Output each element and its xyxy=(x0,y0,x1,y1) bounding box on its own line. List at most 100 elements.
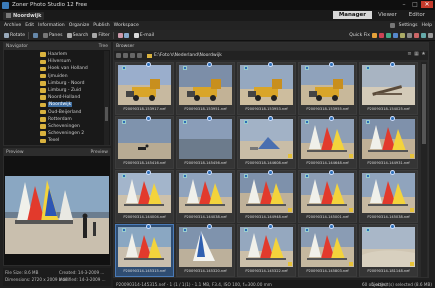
browser-title: Browser xyxy=(116,44,135,49)
thumbnail-item[interactable]: P20090318-145456.nef xyxy=(176,116,235,169)
file-modified: Modified: 14-3-2009 ... xyxy=(59,277,106,282)
tree-item[interactable]: Limburg - Zuid xyxy=(4,87,104,94)
thumbnail-filename: P20090314-181148.nef xyxy=(367,269,410,273)
thumbnail-filename: P20090318-153951.nef xyxy=(184,107,227,111)
thumbnail-item[interactable]: P20090314-145320.nef xyxy=(176,224,235,277)
tree-item[interactable]: Noordwijk xyxy=(4,101,104,108)
tool-button[interactable] xyxy=(117,32,130,38)
tree-item[interactable]: Limburg - Noord xyxy=(4,80,104,87)
tree-item[interactable]: Texel xyxy=(4,137,104,144)
gear-icon[interactable] xyxy=(389,23,395,28)
navigator-view-select[interactable]: Tree xyxy=(99,44,108,49)
tree-item[interactable]: Scheveningen 2 xyxy=(4,130,104,137)
thumbnail-item[interactable]: P20090314-145322.nef xyxy=(237,224,296,277)
navigator-scrollbar[interactable] xyxy=(104,51,109,145)
close-icon[interactable]: ✕ xyxy=(421,1,433,8)
info-icon xyxy=(268,116,273,121)
menu-information[interactable]: Information xyxy=(38,23,65,28)
tree-item[interactable]: Ijmuiden xyxy=(4,73,104,80)
path-bar-controls: ≡ ▦ ★ xyxy=(405,52,426,57)
view-button[interactable] xyxy=(33,32,39,38)
preview-mode-select[interactable]: Preview xyxy=(90,150,108,155)
tab-manager[interactable]: Manager xyxy=(332,11,373,19)
thumbnail-item[interactable]: P20090314-181148.nef xyxy=(359,224,418,277)
tree-item[interactable]: Haarlem xyxy=(4,51,104,58)
thumbnail-filename: P20090314-144948.nef xyxy=(245,215,288,219)
tab-editor[interactable]: Editor xyxy=(403,11,431,19)
view-mode-icon[interactable] xyxy=(137,53,142,58)
menu-archive[interactable]: Archive xyxy=(4,23,21,28)
thumbnail-item[interactable]: P20090318-153953.nef xyxy=(237,62,296,115)
thumbnail-item[interactable]: P20090318-153955.nef xyxy=(298,62,357,115)
thumbnail-filename: P20090318-145456.nef xyxy=(184,161,227,165)
thumbnail-image xyxy=(179,227,232,267)
levels-icon[interactable] xyxy=(386,33,391,38)
browser-scrollbar[interactable] xyxy=(421,62,427,277)
favorite-icon[interactable]: ★ xyxy=(421,52,426,57)
breadcrumb-label: Noordwijk xyxy=(13,12,42,19)
thumbnail-item[interactable]: P20090314-145803.nef xyxy=(298,224,357,277)
tree-item[interactable]: Hoek van Holland xyxy=(4,65,104,72)
forward-icon[interactable] xyxy=(123,53,128,58)
crop-icon[interactable] xyxy=(400,33,405,38)
minimize-icon[interactable]: – xyxy=(399,1,409,8)
label-icon xyxy=(410,262,414,266)
tree-item[interactable]: Utrecht xyxy=(4,144,104,145)
navigator-panel: Navigator Tree Haarlem Hilversum Hoek van … xyxy=(3,42,111,146)
email-button[interactable]: E-mail xyxy=(133,32,154,38)
quick-fix-button[interactable]: Quick Fix xyxy=(349,33,370,38)
scroll-thumb[interactable] xyxy=(105,107,108,121)
tree-item[interactable]: Oud-Beijerland xyxy=(4,109,104,116)
menu-workspace[interactable]: Workspace xyxy=(114,23,139,28)
thumbnail-item[interactable]: P20090314-145001.nef xyxy=(298,170,357,223)
thumbnail-item[interactable]: P20090318-145416.nef xyxy=(115,116,174,169)
text-icon[interactable] xyxy=(421,33,426,38)
thumbnail-item[interactable]: P20090314-144931.nef xyxy=(359,116,418,169)
color-icon[interactable] xyxy=(393,33,398,38)
thumbnail-item[interactable]: P20090314-145315.nef xyxy=(115,224,174,277)
raw-icon xyxy=(122,120,126,124)
rotate-button[interactable]: Rotate xyxy=(4,32,25,38)
more-icon[interactable] xyxy=(428,33,433,38)
path-field[interactable]: E:\Foto's\Nederland\Noordwijk xyxy=(147,53,222,58)
menu-edit[interactable]: Edit xyxy=(25,23,34,28)
thumbnail-filename: P20090318-144608.nef xyxy=(245,161,288,165)
info-icon xyxy=(207,116,212,121)
breadcrumb-item[interactable]: Noordwijk xyxy=(3,11,45,20)
raw-icon xyxy=(183,228,187,232)
back-icon[interactable] xyxy=(116,53,121,58)
tree-item[interactable]: Hilversum xyxy=(4,58,104,65)
menu-publish[interactable]: Publish xyxy=(93,23,109,28)
search-button[interactable]: Search xyxy=(66,32,88,38)
thumbnail-item[interactable]: P20090314-144004.nef xyxy=(115,170,174,223)
effect-icon[interactable] xyxy=(414,33,419,38)
thumbnail-item[interactable]: P20090318-153917.nef xyxy=(115,62,174,115)
red-eye-icon[interactable] xyxy=(379,33,384,38)
menu-organize[interactable]: Organize xyxy=(69,23,90,28)
tab-viewer[interactable]: Viewer xyxy=(372,11,403,19)
thumbnail-item[interactable]: P20090314-144948.nef xyxy=(237,170,296,223)
resize-icon[interactable] xyxy=(407,33,412,38)
thumbnail-item[interactable]: P20090318-153951.nef xyxy=(176,62,235,115)
thumbnail-size-icon[interactable]: ▦ xyxy=(414,52,419,57)
tree-item-label: Noordwijk xyxy=(48,102,73,108)
filter-button[interactable]: Filter xyxy=(92,32,110,38)
sort-icon[interactable]: ≡ xyxy=(407,52,412,57)
up-icon[interactable] xyxy=(130,53,135,58)
scroll-thumb[interactable] xyxy=(422,64,426,144)
help-link[interactable]: Help xyxy=(422,23,432,28)
panes-button[interactable]: Panes xyxy=(43,32,63,38)
thumbnail-item[interactable]: P20090318-144608.nef xyxy=(237,116,296,169)
tree-item[interactable]: Scheveningen xyxy=(4,123,104,130)
thumbnail-item[interactable]: P20090314-144648.nef xyxy=(298,116,357,169)
tree-item[interactable]: Noord-Holland xyxy=(4,94,104,101)
enhance-icon[interactable] xyxy=(372,33,377,38)
thumbnail-item[interactable]: P20090318-154025.nef xyxy=(359,62,418,115)
thumbnail-item[interactable]: P20090314-145038.nef xyxy=(359,170,418,223)
maximize-icon[interactable]: □ xyxy=(410,1,420,8)
info-icon xyxy=(329,62,334,67)
settings-link[interactable]: Settings xyxy=(399,23,418,28)
tree-item[interactable]: Rotterdam xyxy=(4,116,104,123)
thumbnail-item[interactable]: P20090314-144038.nef xyxy=(176,170,235,223)
thumbnail-image xyxy=(301,227,354,267)
